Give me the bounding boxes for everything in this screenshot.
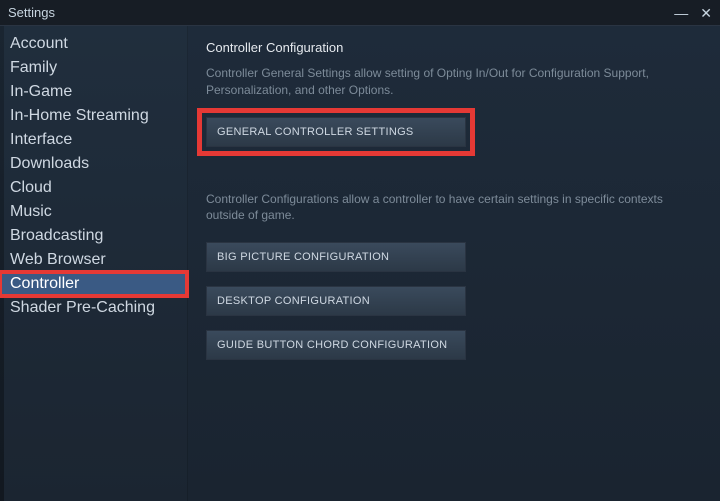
window-title: Settings [8, 5, 674, 20]
sidebar-item-label: In-Game [10, 83, 72, 100]
general-controller-settings-button[interactable]: GENERAL CONTROLLER SETTINGS [206, 117, 466, 147]
button-label: GENERAL CONTROLLER SETTINGS [217, 126, 414, 138]
sidebar-item-label: Broadcasting [10, 227, 103, 244]
button-label: GUIDE BUTTON CHORD CONFIGURATION [217, 339, 447, 351]
sidebar-item-controller[interactable]: Controller [0, 272, 187, 296]
sidebar-item-label: Controller [10, 275, 79, 292]
section-description: Controller General Settings allow settin… [206, 65, 686, 99]
sidebar-item-label: Cloud [10, 179, 52, 196]
sidebar-item-in-game[interactable]: In-Game [0, 80, 187, 104]
sidebar-item-label: Family [10, 59, 57, 76]
titlebar[interactable]: Settings — ✕ [0, 0, 720, 26]
sidebar-item-label: Interface [10, 131, 72, 148]
sidebar-item-web-browser[interactable]: Web Browser [0, 248, 187, 272]
sidebar-item-in-home-streaming[interactable]: In-Home Streaming [0, 104, 187, 128]
sidebar-item-cloud[interactable]: Cloud [0, 176, 187, 200]
sidebar-item-label: Account [10, 35, 68, 52]
window-controls: — ✕ [674, 6, 712, 20]
sidebar: Account Family In-Game In-Home Streaming… [0, 26, 188, 501]
section-description: Controller Configurations allow a contro… [206, 191, 686, 225]
sidebar-item-family[interactable]: Family [0, 56, 187, 80]
button-label: BIG PICTURE CONFIGURATION [217, 251, 389, 263]
left-edge [0, 26, 4, 501]
settings-window: Settings — ✕ Account Family In-Game In-H… [0, 0, 720, 501]
sidebar-item-account[interactable]: Account [0, 32, 187, 56]
sidebar-item-label: Shader Pre-Caching [10, 299, 155, 316]
minimize-icon[interactable]: — [674, 6, 688, 20]
content-area: Account Family In-Game In-Home Streaming… [0, 26, 720, 501]
main-panel: Controller Configuration Controller Gene… [188, 26, 720, 501]
section-title: Controller Configuration [206, 40, 702, 55]
sidebar-item-label: Music [10, 203, 52, 220]
close-icon[interactable]: ✕ [700, 6, 712, 20]
button-label: DESKTOP CONFIGURATION [217, 295, 370, 307]
sidebar-item-music[interactable]: Music [0, 200, 187, 224]
sidebar-item-broadcasting[interactable]: Broadcasting [0, 224, 187, 248]
sidebar-item-label: Web Browser [10, 251, 106, 268]
sidebar-item-label: Downloads [10, 155, 89, 172]
sidebar-item-downloads[interactable]: Downloads [0, 152, 187, 176]
desktop-configuration-button[interactable]: DESKTOP CONFIGURATION [206, 286, 466, 316]
big-picture-configuration-button[interactable]: BIG PICTURE CONFIGURATION [206, 242, 466, 272]
sidebar-item-label: In-Home Streaming [10, 107, 149, 124]
sidebar-item-shader-pre-caching[interactable]: Shader Pre-Caching [0, 296, 187, 320]
sidebar-item-interface[interactable]: Interface [0, 128, 187, 152]
guide-button-chord-configuration-button[interactable]: GUIDE BUTTON CHORD CONFIGURATION [206, 330, 466, 360]
